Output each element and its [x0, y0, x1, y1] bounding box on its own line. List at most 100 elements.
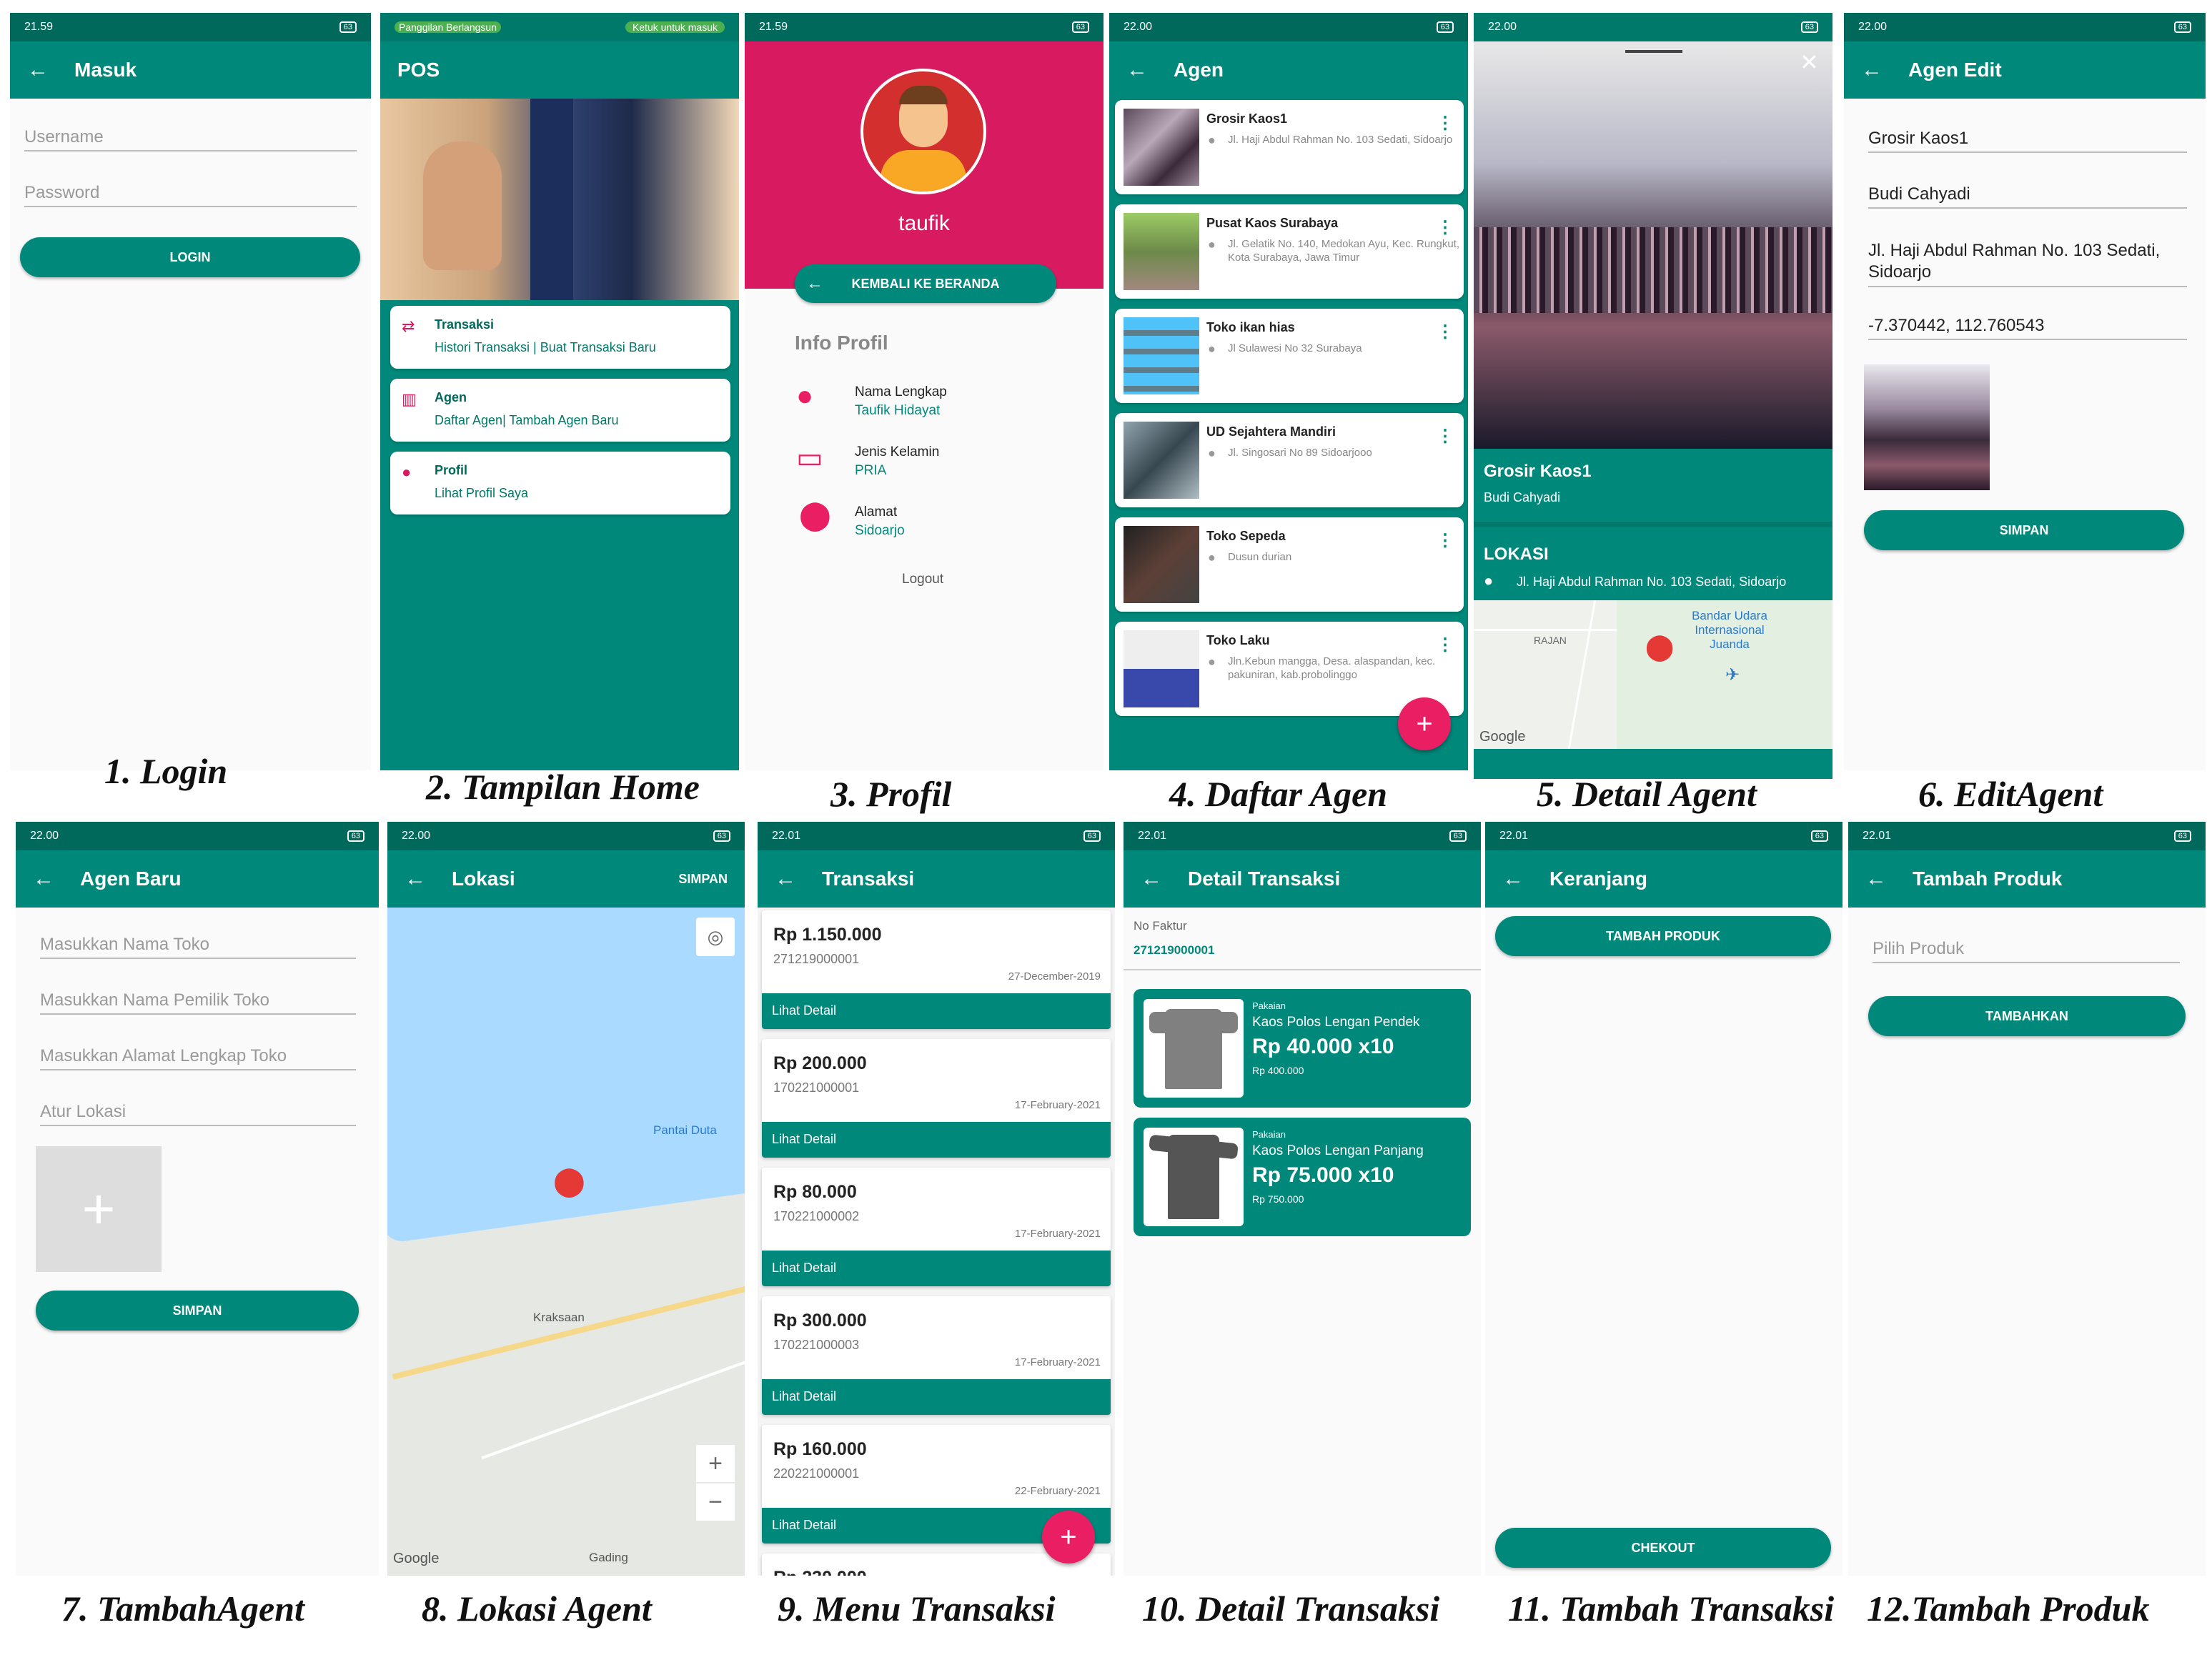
divider	[1124, 969, 1481, 970]
back-arrow-icon[interactable]: ←	[775, 867, 796, 891]
owner-field[interactable]: Budi Cahyadi	[1868, 184, 2187, 209]
place-label: Gading	[589, 1551, 628, 1564]
add-transaction-fab[interactable]: +	[1042, 1511, 1095, 1564]
map-label: RAJAN	[1534, 635, 1567, 646]
map-view[interactable]: Bandar Udara Internasional Juanda RAJAN …	[1474, 600, 1832, 749]
add-photo-button[interactable]: +	[36, 1146, 162, 1272]
more-icon[interactable]: ⋮	[1437, 322, 1454, 342]
name-field[interactable]: Grosir Kaos1	[1868, 129, 2187, 153]
shop-name-field[interactable]: Masukkan Nama Toko	[40, 935, 356, 959]
agent-card[interactable]: Toko Sepeda ● Dusun durian ⋮	[1115, 517, 1464, 612]
back-arrow-icon[interactable]: ←	[1502, 867, 1524, 891]
app-bar: ← Tambah Produk	[1848, 850, 2206, 908]
my-location-button[interactable]: ◎	[696, 918, 735, 956]
close-icon[interactable]: ✕	[1800, 49, 1819, 76]
save-button[interactable]: SIMPAN	[1864, 510, 2184, 550]
page-title: Keranjang	[1549, 868, 1647, 890]
more-icon[interactable]: ⋮	[1437, 635, 1454, 655]
agent-photo	[1124, 422, 1199, 499]
status-bar: 21.59 63	[745, 13, 1103, 41]
airport-icon: ✈	[1725, 665, 1740, 685]
username-field[interactable]: Username	[24, 127, 357, 151]
password-field[interactable]: Password	[24, 183, 357, 207]
back-arrow-icon: ←	[806, 274, 823, 293]
back-arrow-icon[interactable]: ←	[27, 58, 49, 82]
product-select[interactable]: Pilih Produk	[1873, 939, 2180, 963]
back-arrow-icon[interactable]: ←	[1126, 58, 1148, 82]
checkout-button[interactable]: CHEKOUT	[1495, 1528, 1831, 1568]
page-title: Agen Baru	[80, 868, 182, 890]
view-detail-link[interactable]: Lihat Detail	[762, 1379, 1111, 1415]
map-view[interactable]: ◎ Pantai Duta Kraksaan Gading ⬤ + − Goog…	[387, 908, 745, 1576]
add-product-button[interactable]: TAMBAH PRODUK	[1495, 916, 1831, 956]
back-arrow-icon[interactable]: ←	[1141, 867, 1162, 891]
agent-owner: Budi Cahyadi	[1484, 490, 1561, 505]
menu-profil[interactable]: ● Profil Lihat Profil Saya	[390, 452, 730, 515]
longsleeve-image	[1144, 1128, 1244, 1226]
login-button[interactable]: LOGIN	[20, 237, 360, 277]
address-field[interactable]: Masukkan Alamat Lengkap Toko	[40, 1046, 356, 1070]
view-detail-link[interactable]: Lihat Detail	[762, 993, 1111, 1029]
status-bar: 22.00 63	[387, 822, 745, 850]
zoom-in-button[interactable]: +	[696, 1445, 735, 1482]
view-detail-link[interactable]: Lihat Detail	[762, 1251, 1111, 1286]
agent-card[interactable]: Toko ikan hias ● Jl Sulawesi No 32 Surabay…	[1115, 309, 1464, 403]
agent-photo	[1124, 630, 1199, 707]
caption-menu-transaksi: 9. Menu Transaksi	[778, 1589, 1056, 1629]
transaction-card[interactable]: Rp 80.000 170221000002 17-February-2021 Lih…	[762, 1168, 1111, 1286]
invoice-number: 271219000001	[1134, 943, 1215, 957]
app-bar: ← Agen Edit	[1844, 41, 2206, 99]
call-banner[interactable]: Panggilan Berlangsun Ketuk untuk masuk	[380, 13, 739, 41]
back-arrow-icon[interactable]: ←	[405, 867, 426, 891]
more-icon[interactable]: ⋮	[1437, 530, 1454, 551]
more-icon[interactable]: ⋮	[1437, 113, 1454, 134]
transaction-card[interactable]: Rp 300.000 170221000003 17-February-2021 Li…	[762, 1296, 1111, 1415]
drag-handle[interactable]	[1625, 50, 1682, 53]
zoom-out-button[interactable]: −	[696, 1483, 735, 1521]
menu-agen[interactable]: ▥ Agen Daftar Agen| Tambah Agen Baru	[390, 379, 730, 442]
transaction-card[interactable]: Rp 1.150.000 271219000001 27-December-2019…	[762, 910, 1111, 1029]
agent-card[interactable]: Pusat Kaos Surabaya ● Jl. Gelatik No. 140,…	[1115, 204, 1464, 299]
page-title: Detail Transaksi	[1188, 868, 1341, 890]
caption-detail-agent: 5. Detail Agent	[1537, 774, 1757, 814]
location-pin-icon: ●	[1208, 550, 1216, 565]
map-marker-icon: ⬤	[1645, 632, 1675, 661]
agent-card[interactable]: UD Sejahtera Mandiri ● Jl. Singosari No 89…	[1115, 413, 1464, 507]
caption-login: 1. Login	[104, 751, 228, 791]
page-title: Agen Edit	[1908, 59, 2002, 81]
person-icon: ●	[402, 463, 412, 481]
location-pin-icon: ●	[1208, 342, 1216, 356]
agent-photo[interactable]	[1864, 364, 1990, 490]
add-agent-fab[interactable]: +	[1398, 697, 1451, 750]
transaction-card[interactable]: Rp 200.000 170221000001 17-February-2021 Li…	[762, 1039, 1111, 1158]
profile-name: taufik	[898, 212, 950, 235]
save-button[interactable]: SIMPAN	[36, 1291, 359, 1331]
add-button[interactable]: TAMBAHKAN	[1868, 996, 2186, 1036]
agent-photo	[1124, 526, 1199, 603]
save-action[interactable]: SIMPAN	[678, 872, 728, 887]
address-field[interactable]: Jl. Haji Abdul Rahman No. 103 Sedati, Si…	[1868, 240, 2187, 287]
account-icon: ●	[796, 380, 814, 412]
coordinates-field[interactable]: -7.370442, 112.760543	[1868, 316, 2187, 340]
back-arrow-icon[interactable]: ←	[1861, 58, 1883, 82]
page-title: Tambah Produk	[1913, 868, 2063, 890]
screen-home: Panggilan Berlangsun Ketuk untuk masuk P…	[380, 13, 739, 770]
owner-name-field[interactable]: Masukkan Nama Pemilik Toko	[40, 990, 356, 1015]
caption-detail-transaksi: 10. Detail Transaksi	[1142, 1589, 1440, 1629]
menu-transaksi[interactable]: ⇄ Transaksi Histori Transaksi | Buat Tra…	[390, 306, 730, 369]
logout-link[interactable]: Logout	[902, 572, 943, 587]
back-arrow-icon[interactable]: ←	[33, 867, 54, 891]
screen-edit-agent: 22.00 63 ← Agen Edit Grosir Kaos1 Budi Cah…	[1844, 13, 2206, 770]
caption-daftar-agen: 4. Daftar Agen	[1169, 774, 1388, 814]
app-bar: POS	[380, 41, 739, 99]
back-home-button[interactable]: ← KEMBALI KE BERANDA	[795, 264, 1056, 303]
location-pin-icon: ●	[1208, 133, 1216, 147]
back-arrow-icon[interactable]: ←	[1865, 867, 1887, 891]
location-field[interactable]: Atur Lokasi	[40, 1102, 356, 1126]
more-icon[interactable]: ⋮	[1437, 426, 1454, 447]
app-bar: ← Agen	[1109, 41, 1468, 99]
view-detail-link[interactable]: Lihat Detail	[762, 1122, 1111, 1158]
location-pin-icon: ●	[1208, 655, 1216, 669]
more-icon[interactable]: ⋮	[1437, 217, 1454, 238]
agent-card[interactable]: Grosir Kaos1 ● Jl. Haji Abdul Rahman No. 1…	[1115, 100, 1464, 194]
